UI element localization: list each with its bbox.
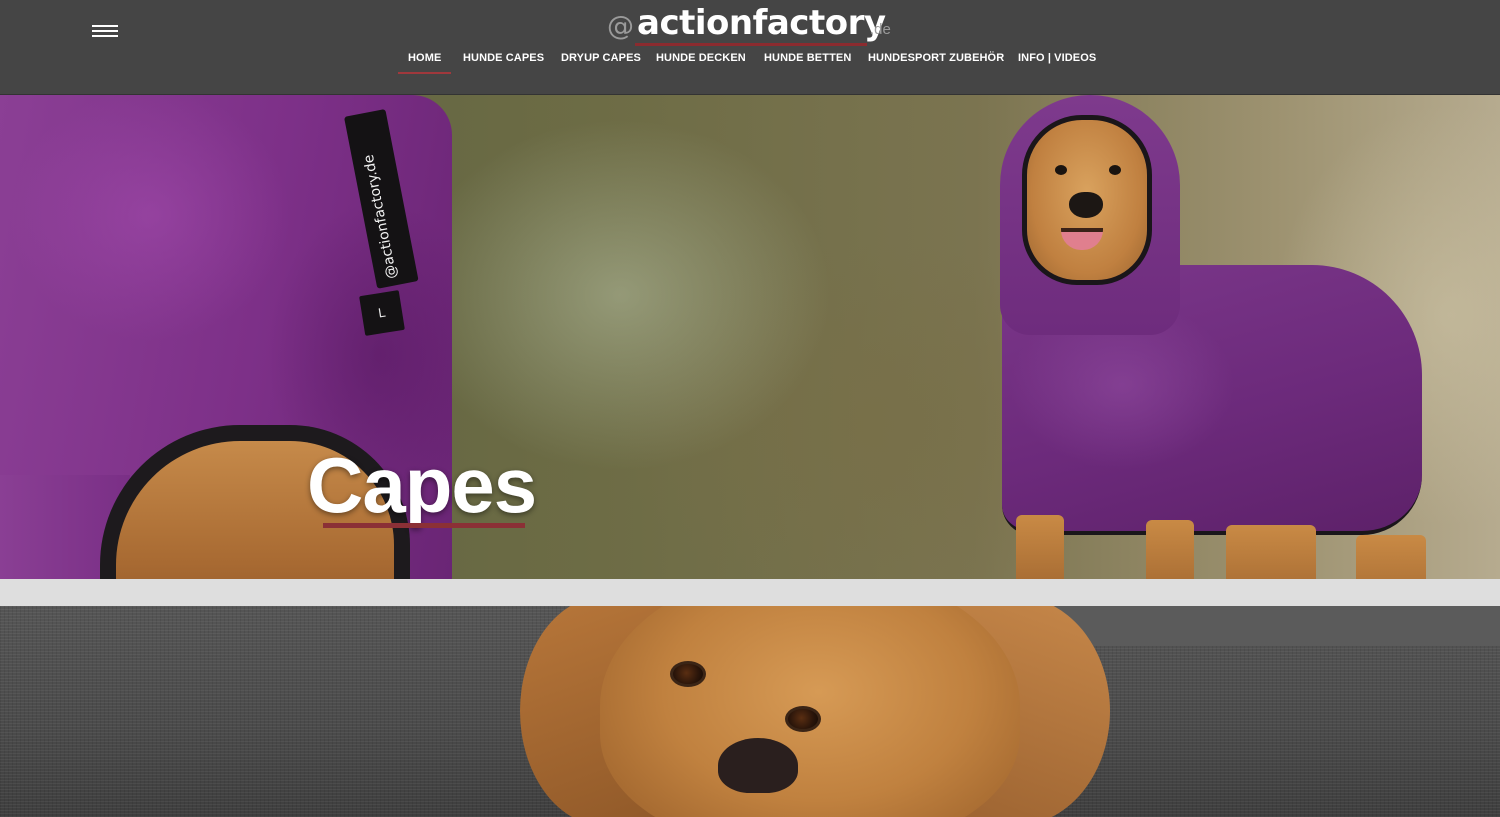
dog-nose bbox=[1069, 192, 1103, 218]
dog-hind-leg-2 bbox=[1356, 535, 1426, 579]
nav-item-hunde-capes[interactable]: HUNDE CAPES bbox=[463, 52, 544, 64]
nav-item-hundesport-zubehoer[interactable]: HUNDESPORT ZUBEHÖR bbox=[868, 52, 1004, 64]
second-banner[interactable] bbox=[0, 606, 1500, 817]
nav-item-info-videos[interactable]: INFO | VIDEOS bbox=[1018, 52, 1096, 64]
dog-eye-left bbox=[670, 661, 706, 687]
hero-title-underline bbox=[323, 523, 525, 528]
logo-underline bbox=[635, 43, 867, 46]
dog-eye-left bbox=[1055, 165, 1067, 175]
main-nav: HOME HUNDE CAPES DRYUP CAPES HUNDE DECKE… bbox=[0, 52, 1500, 76]
size-label-tag: L bbox=[359, 290, 405, 336]
site-logo[interactable]: @ actionfactory .de bbox=[607, 3, 907, 48]
dog-head bbox=[600, 606, 1020, 817]
dog-nose bbox=[718, 738, 798, 793]
nav-item-dryup-capes[interactable]: DRYUP CAPES bbox=[561, 52, 641, 64]
hamburger-menu-icon[interactable] bbox=[92, 25, 118, 39]
section-divider bbox=[0, 579, 1500, 606]
logo-tld: .de bbox=[870, 21, 891, 38]
dog-eye-right bbox=[1109, 165, 1121, 175]
nav-active-indicator bbox=[398, 72, 451, 74]
dog-hind-leg bbox=[1226, 525, 1316, 579]
dog-front-leg-2 bbox=[1146, 520, 1194, 579]
nav-item-home[interactable]: HOME bbox=[408, 52, 441, 64]
dog-eye-right bbox=[785, 706, 821, 732]
hero-banner[interactable]: @actionfactory.de L Capes bbox=[0, 95, 1500, 579]
dog-lying-on-sofa-image bbox=[500, 606, 1120, 817]
dog-face bbox=[1022, 115, 1152, 285]
logo-at: @ bbox=[607, 11, 634, 42]
site-header: @ actionfactory .de HOME HUNDE CAPES DRY… bbox=[0, 0, 1500, 95]
hero-title: Capes bbox=[307, 441, 537, 529]
brand-label-tag: @actionfactory.de bbox=[344, 108, 419, 289]
dog-in-purple-cape-image bbox=[996, 95, 1436, 579]
dog-mouth bbox=[1061, 228, 1103, 250]
logo-name: actionfactory bbox=[637, 3, 886, 43]
nav-item-hunde-betten[interactable]: HUNDE BETTEN bbox=[764, 52, 851, 64]
brand-label-text: @actionfactory.de bbox=[360, 153, 401, 281]
nav-item-hunde-decken[interactable]: HUNDE DECKEN bbox=[656, 52, 746, 64]
dog-front-leg bbox=[1016, 515, 1064, 579]
cape-hood bbox=[1000, 95, 1180, 335]
